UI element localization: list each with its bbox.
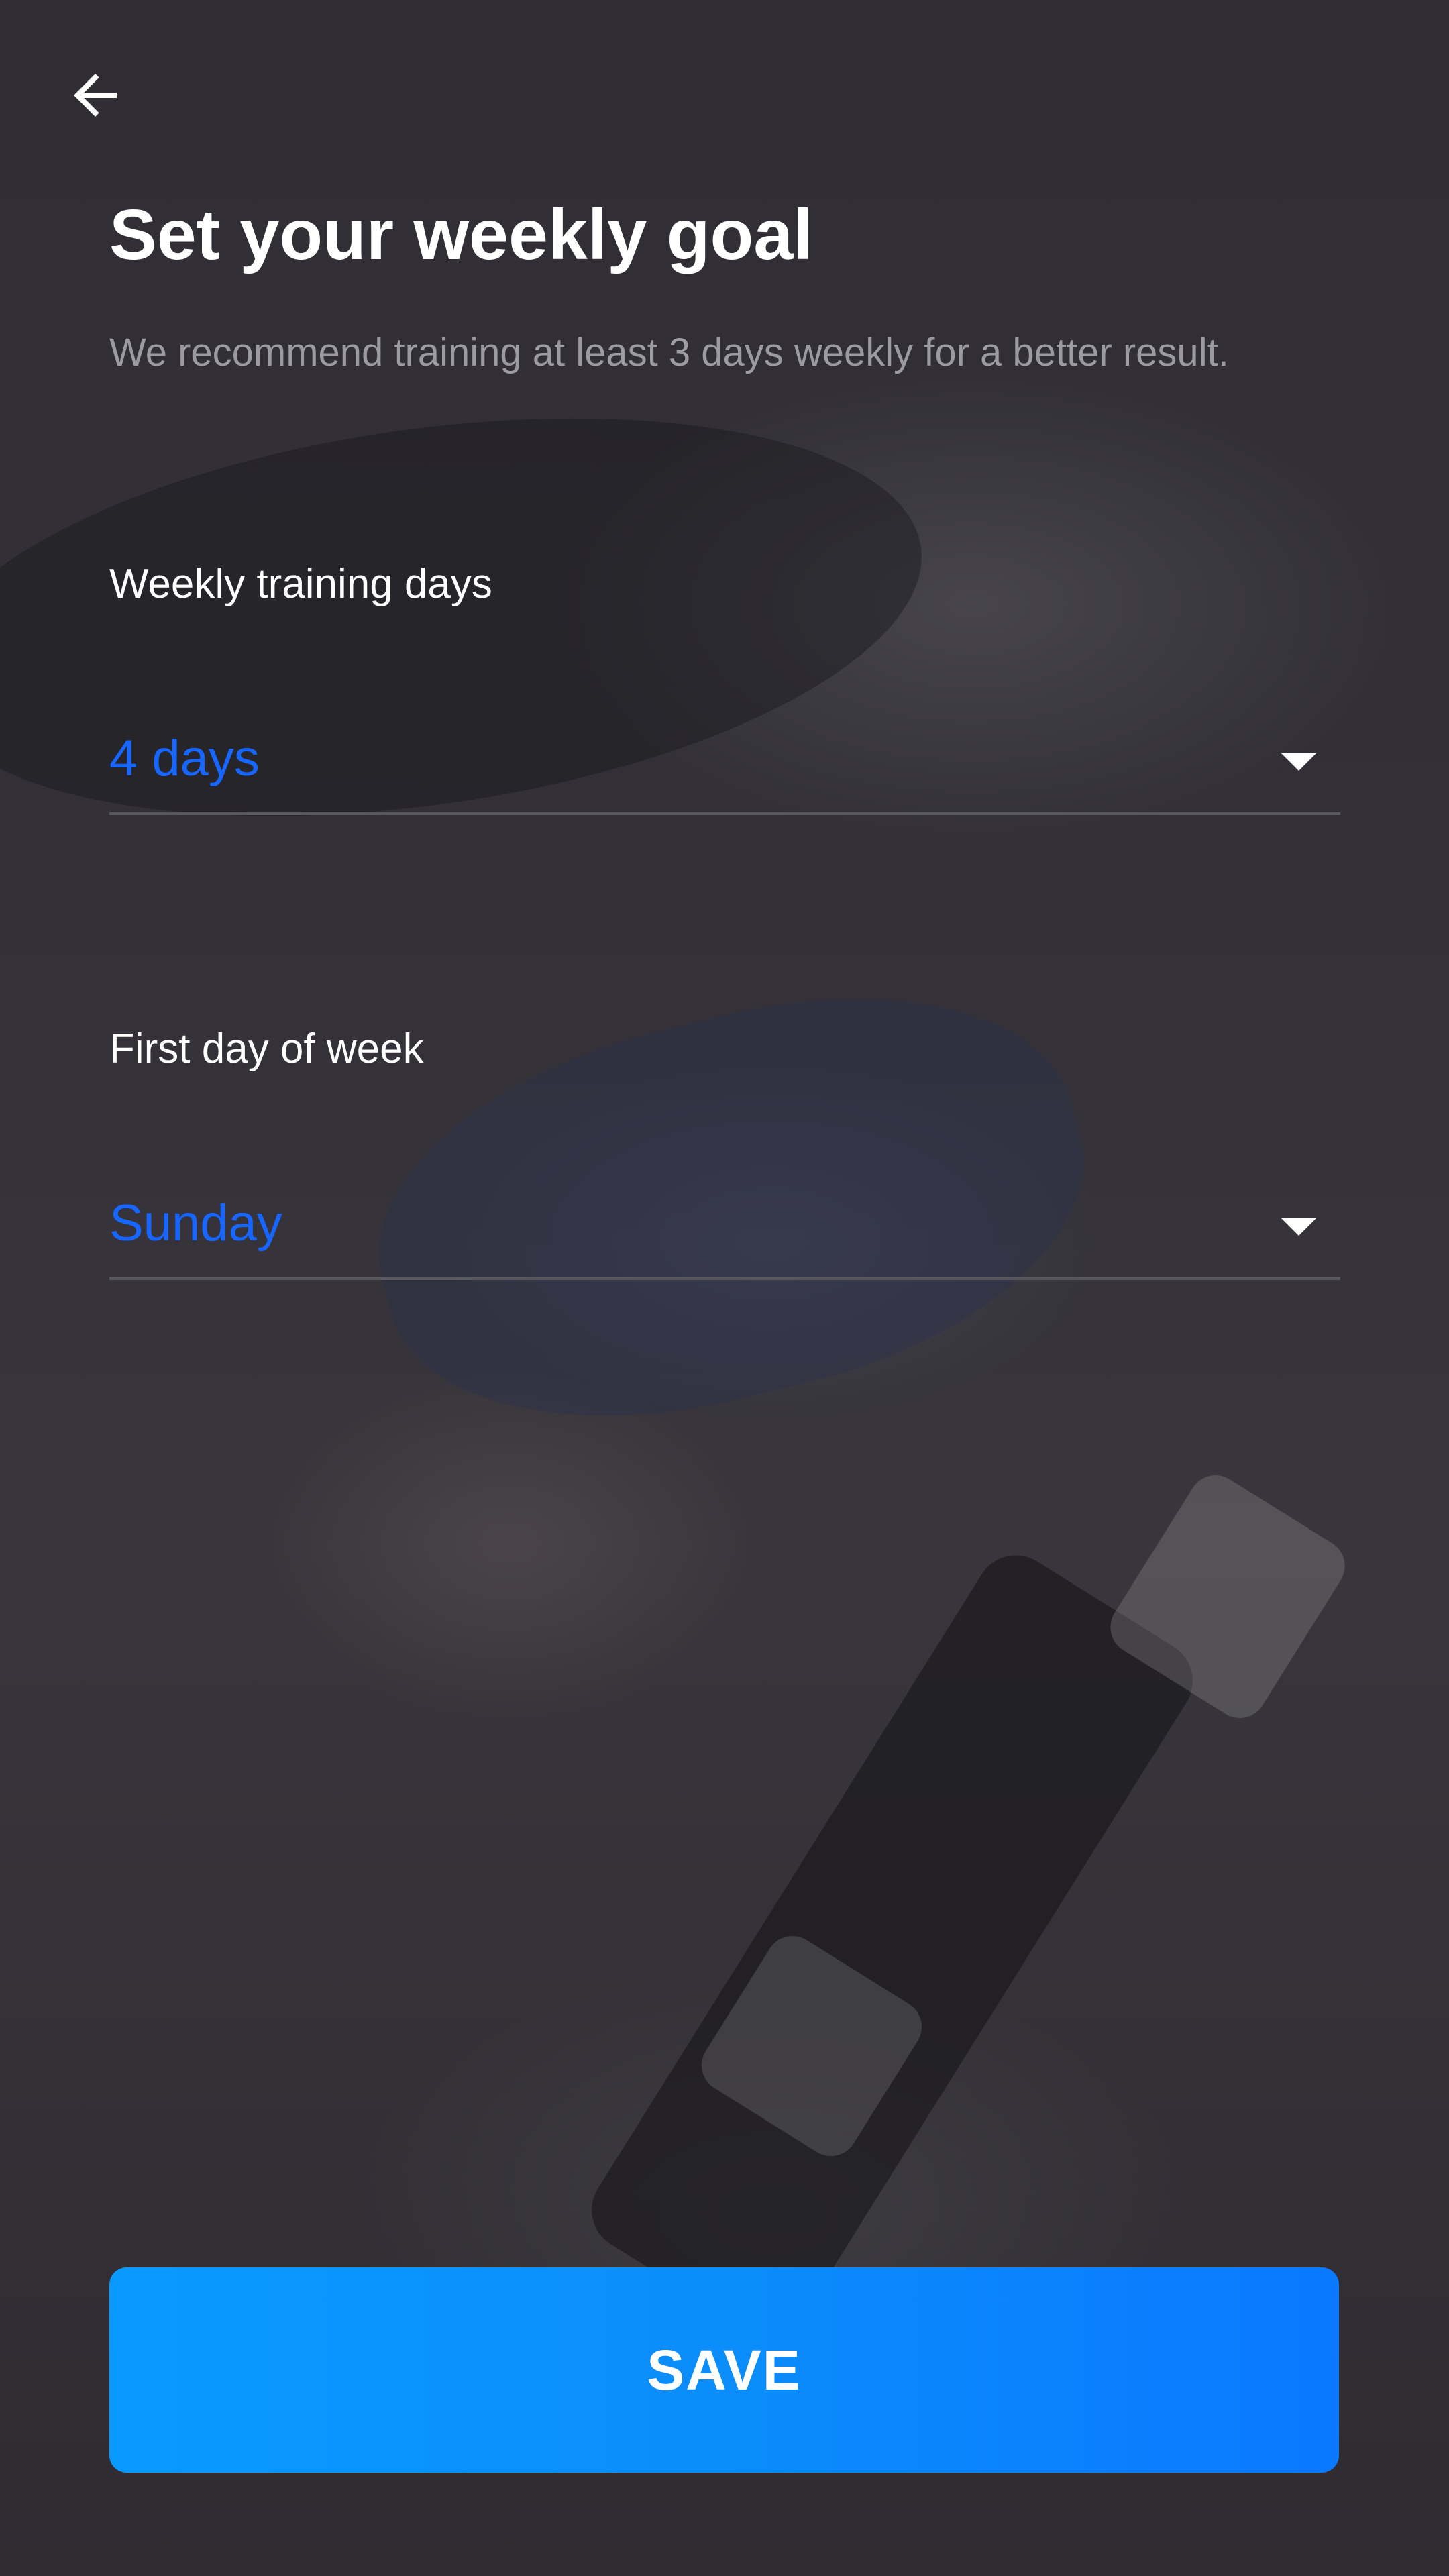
- background-shape: [576, 1540, 1208, 2351]
- save-button[interactable]: SAVE: [109, 2267, 1339, 2473]
- first-day-of-week-value: Sunday: [109, 1195, 282, 1252]
- select-underline: [109, 812, 1340, 815]
- dropdown-arrow-icon: [1281, 1218, 1316, 1236]
- back-button[interactable]: [55, 55, 136, 136]
- first-day-of-week-label: First day of week: [109, 1026, 424, 1072]
- weekly-training-days-value: 4 days: [109, 730, 260, 787]
- select-underline: [109, 1277, 1340, 1280]
- background-photo: [0, 0, 1449, 2576]
- first-day-of-week-select[interactable]: Sunday: [109, 1173, 1340, 1280]
- arrow-left-icon: [74, 74, 117, 117]
- dropdown-arrow-icon: [1281, 753, 1316, 771]
- page-title: Set your weekly goal: [109, 195, 813, 274]
- weekly-training-days-select[interactable]: 4 days: [109, 708, 1340, 815]
- page-subtitle: We recommend training at least 3 days we…: [109, 331, 1229, 374]
- weekly-training-days-label: Weekly training days: [109, 561, 492, 607]
